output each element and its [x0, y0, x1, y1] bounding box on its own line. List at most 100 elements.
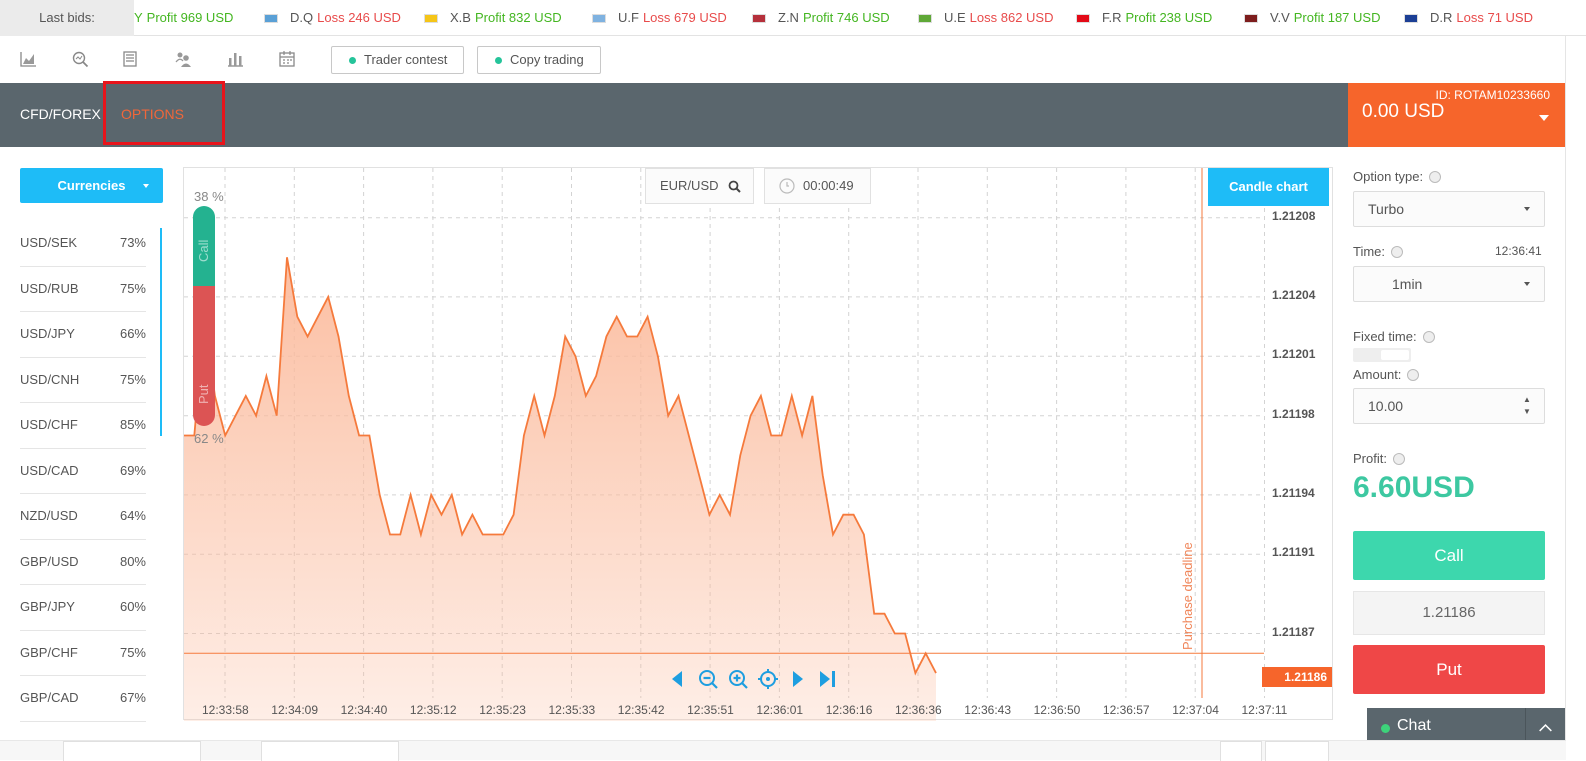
fixed-time-toggle[interactable] [1353, 348, 1411, 362]
document-icon[interactable] [121, 50, 139, 68]
y-axis-tick: 1.21204 [1272, 287, 1316, 302]
search-chart-icon[interactable] [71, 50, 89, 68]
symbol-label: EUR/USD [660, 178, 719, 193]
chat-label: Chat [1397, 717, 1431, 734]
pair-list-scrollbar[interactable] [160, 228, 162, 436]
call-percent: 38 % [194, 189, 224, 204]
ticker-result: Profit 969 USD [146, 10, 234, 25]
bottom-tab[interactable] [1220, 741, 1262, 761]
help-icon[interactable] [1429, 171, 1442, 183]
trader-contest-button[interactable]: Trader contest [331, 46, 464, 74]
zoom-out-icon[interactable] [697, 668, 719, 690]
copy-trading-button[interactable]: Copy trading [477, 46, 601, 74]
chart-canvas[interactable] [184, 168, 1334, 721]
pair-payout: 64% [119, 508, 146, 523]
pair-payout: 75% [119, 644, 146, 660]
amount-label: Amount: [1353, 367, 1420, 382]
help-icon[interactable] [1392, 453, 1405, 465]
ticker-item: F.R Profit 238 USD [1076, 0, 1212, 36]
crosshair-icon[interactable] [757, 668, 779, 690]
caret-down-icon [1524, 282, 1530, 286]
calendar-icon[interactable] [278, 50, 296, 68]
call-button[interactable]: Call [1353, 531, 1545, 580]
ticker-result: Profit 746 USD [802, 10, 890, 25]
flag-icon [1076, 14, 1090, 23]
account-balance[interactable]: ID: ROTAM10233660 0.00 USD [1348, 83, 1565, 147]
clock-icon [779, 178, 795, 194]
help-icon[interactable] [1422, 331, 1435, 343]
bottom-tab[interactable] [261, 741, 399, 761]
bottom-tab[interactable] [63, 741, 201, 761]
symbol-search[interactable]: EUR/USD [645, 168, 754, 204]
x-axis-tick: 12:35:42 [617, 703, 665, 717]
pair-name: USD/CAD [20, 462, 79, 478]
scroll-right-icon[interactable] [786, 668, 808, 690]
y-axis-tick: 1.21187 [1272, 624, 1315, 639]
ticker-item: X.B Profit 832 USD [424, 0, 562, 36]
currency-pair-item[interactable]: USD/CNH 75% [20, 358, 146, 403]
currency-pair-item[interactable]: NZD/USD 64% [20, 494, 146, 540]
toggle-knob [1381, 350, 1409, 360]
x-axis-tick: 12:35:12 [409, 703, 457, 717]
help-icon[interactable] [1391, 246, 1404, 258]
ticker-symbol: Z.N [778, 10, 799, 25]
help-icon[interactable] [1407, 369, 1420, 381]
ticker-symbol: U.E [944, 10, 966, 25]
currency-pair-item[interactable]: GBP/CAD 67% [20, 676, 146, 722]
account-id: ID: ROTAM10233660 [1435, 88, 1551, 102]
currency-pair-item[interactable]: GBP/CHF 75% [20, 631, 146, 676]
zoom-in-icon[interactable] [727, 668, 749, 690]
currency-pair-item[interactable]: USD/CAD 69% [20, 449, 146, 494]
currency-pair-item[interactable]: USD/RUB 75% [20, 267, 146, 312]
time-label: Time: [1353, 244, 1404, 259]
ticker-item: V.V Profit 187 USD [1244, 0, 1380, 36]
price-chart[interactable] [183, 167, 1334, 721]
currencies-dropdown[interactable]: Currencies [20, 168, 163, 203]
x-axis-tick: 12:37:11 [1241, 703, 1288, 717]
amount-stepper[interactable]: ▲ ▼ [1523, 394, 1531, 418]
x-axis-tick: 12:33:58 [202, 703, 249, 717]
ticker-symbol: Y [134, 10, 143, 25]
amount-input[interactable]: 10.00 [1353, 388, 1545, 424]
ticker-symbol: D.Q [290, 10, 314, 25]
x-axis-tick: 12:34:40 [340, 703, 388, 717]
bottom-tab[interactable] [1265, 741, 1329, 761]
pair-name: NZD/USD [20, 508, 78, 523]
pair-name: USD/JPY [20, 326, 75, 341]
pair-name: GBP/CAD [20, 690, 79, 705]
currency-pair-item[interactable]: GBP/JPY 60% [20, 585, 146, 631]
pair-payout: 66% [119, 326, 146, 341]
users-icon[interactable] [175, 50, 193, 68]
trader-contest-label: Trader contest [364, 52, 448, 67]
x-axis-tick: 12:35:33 [548, 703, 596, 717]
pair-name: USD/RUB [20, 280, 79, 296]
ticker-result: Loss 71 USD [1456, 10, 1533, 25]
x-axis-tick: 12:36:16 [825, 703, 873, 717]
bar-chart-icon[interactable] [226, 50, 244, 68]
time-select[interactable]: 1min [1353, 266, 1545, 302]
candle-chart-button[interactable]: Candle chart [1208, 168, 1329, 206]
pair-name: GBP/CHF [20, 644, 78, 660]
options-highlight-box [103, 81, 225, 145]
toolbar: Trader contest Copy trading [0, 36, 1586, 83]
x-axis-tick: 12:36:57 [1102, 703, 1150, 717]
scroll-end-icon[interactable] [816, 668, 838, 690]
page-scrollbar[interactable] [1565, 36, 1586, 760]
chart-area-icon[interactable] [19, 50, 37, 68]
scroll-left-icon[interactable] [667, 668, 689, 690]
caret-down-icon[interactable] [1539, 115, 1549, 121]
nav-cfd-forex[interactable]: CFD/FOREX [20, 83, 101, 147]
ticker-item: D.R Loss 71 USD [1404, 0, 1533, 36]
y-axis-tick: 1.21208 [1272, 208, 1316, 223]
currency-pair-item[interactable]: USD/SEK 73% [20, 221, 146, 267]
expiry-timer: 00:00:49 [764, 168, 871, 204]
option-type-select[interactable]: Turbo [1353, 191, 1545, 227]
put-button[interactable]: Put [1353, 645, 1545, 694]
currency-pair-item[interactable]: USD/CHF 85% [20, 403, 146, 449]
y-axis-tick: 1.21198 [1272, 406, 1315, 421]
search-icon[interactable] [728, 180, 741, 193]
ticker-result: Loss 862 USD [969, 10, 1054, 25]
currency-pair-item[interactable]: GBP/USD 80% [20, 540, 146, 585]
currency-pair-item[interactable]: USD/JPY 66% [20, 312, 146, 358]
x-axis-tick: 12:36:01 [756, 703, 804, 717]
